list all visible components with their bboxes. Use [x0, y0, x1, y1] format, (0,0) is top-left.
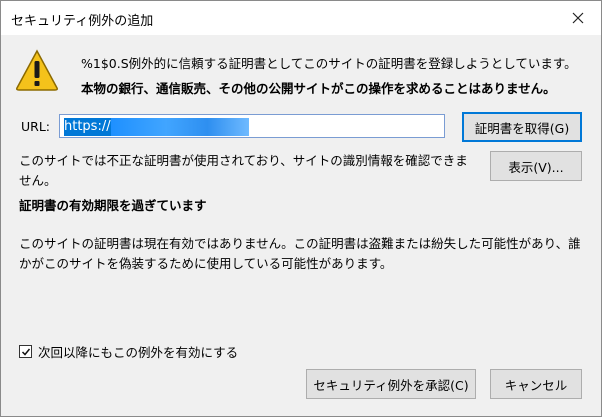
intro-text: %1$0.S例外的に信頼する証明書としてこのサイトの証明書を登録しようとしていま…	[81, 56, 577, 71]
permanent-exception-checkbox[interactable]: 次回以降にもこの例外を有効にする	[19, 342, 238, 361]
close-icon	[572, 12, 584, 24]
view-certificate-button[interactable]: 表示(V)...	[490, 151, 582, 181]
certificate-description: このサイトでは不正な証明書が使用されており、サイトの識別情報を確認できません。	[19, 153, 468, 188]
certificate-status-heading: 証明書の有効期限を過ぎています	[19, 198, 207, 213]
security-exception-dialog: セキュリティ例外の追加 %1$0.S例外的に信頼する証明書としてこのサイトの証明…	[0, 0, 602, 417]
cancel-button[interactable]: キャンセル	[490, 369, 582, 399]
dialog-title: セキュリティ例外の追加	[11, 14, 154, 29]
url-input[interactable]: https://	[59, 114, 445, 138]
url-label: URL:	[21, 119, 51, 134]
certificate-status-detail: このサイトの証明書は現在有効ではありません。この証明書は盗難または紛失した可能性…	[19, 236, 581, 271]
title-bar: セキュリティ例外の追加	[1, 1, 601, 35]
warning-icon	[16, 49, 58, 91]
confirm-exception-button[interactable]: セキュリティ例外を承認(C)	[306, 369, 476, 399]
checkbox-label: 次回以降にもこの例外を有効にする	[38, 345, 239, 360]
url-redacted-part	[110, 118, 249, 136]
close-button[interactable]	[555, 1, 601, 35]
get-certificate-button[interactable]: 証明書を取得(G)	[462, 112, 582, 142]
url-selected-text: https://	[64, 118, 111, 136]
warning-text: 本物の銀行、通信販売、その他の公開サイトがこの操作を求めることはありません。	[81, 81, 556, 96]
checkmark-icon	[21, 348, 30, 356]
checkbox[interactable]	[19, 345, 32, 358]
